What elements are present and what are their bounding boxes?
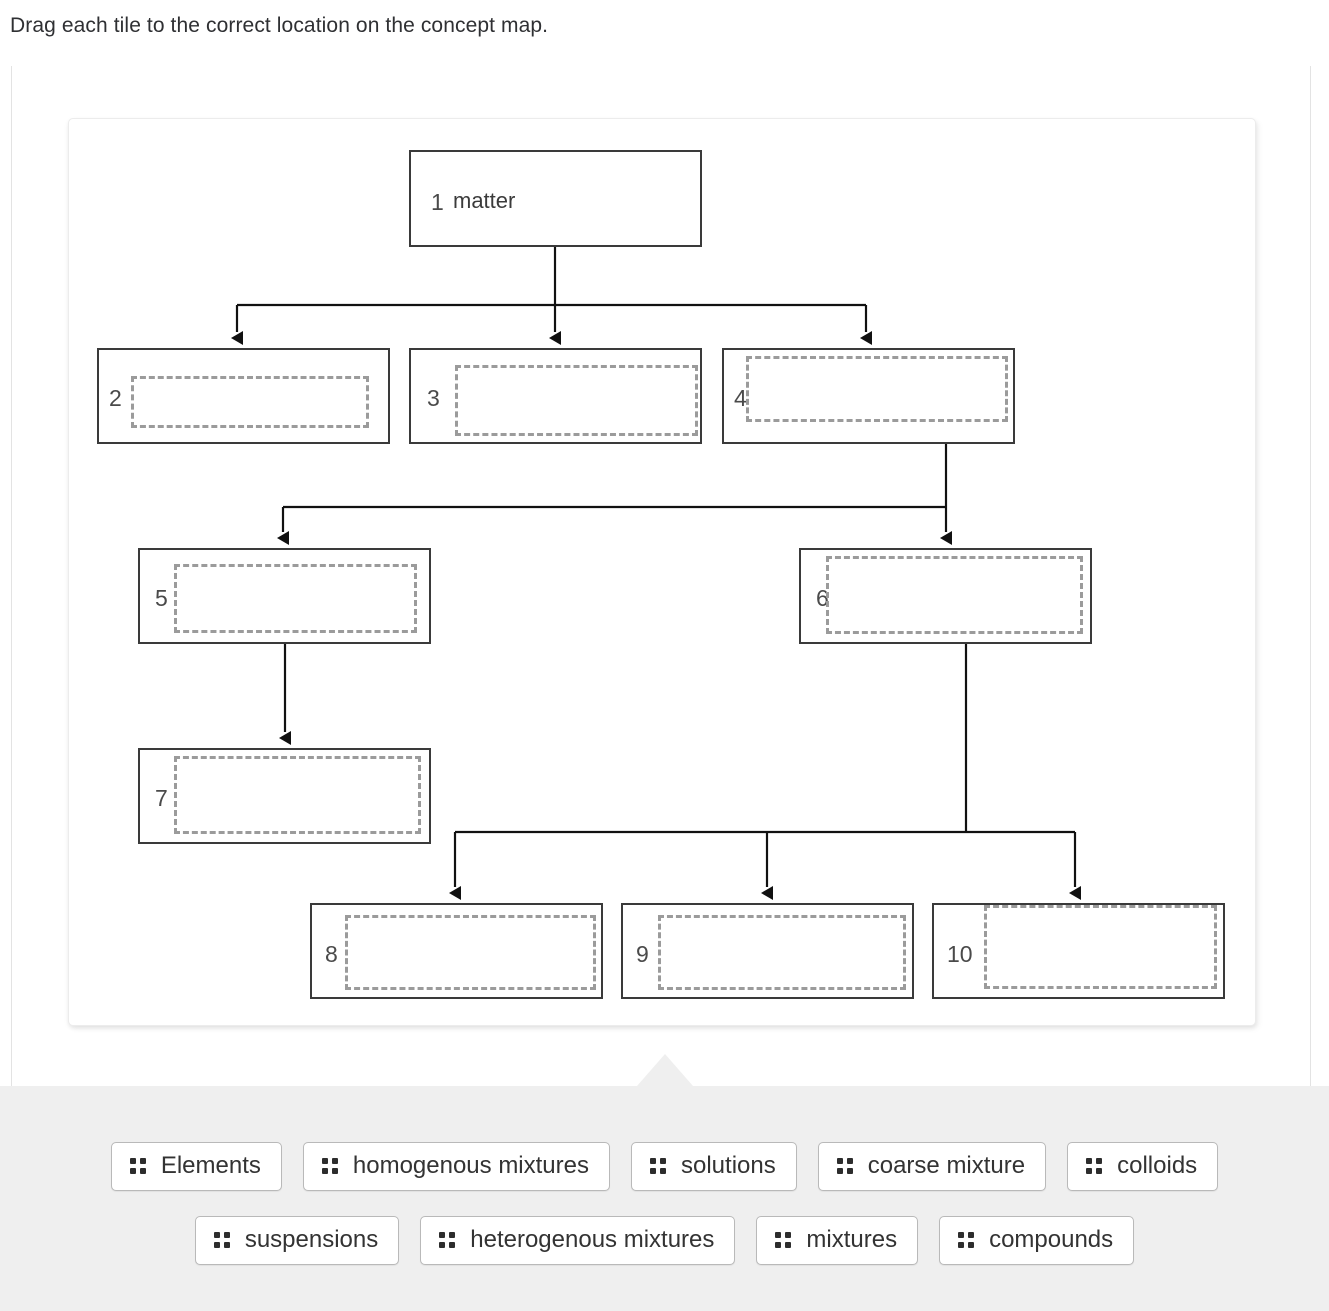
- tile-mixtures[interactable]: mixtures: [756, 1216, 919, 1265]
- tile-tray: [0, 1086, 1329, 1311]
- drop-target-9[interactable]: [658, 915, 906, 990]
- node-number-1: 1: [431, 189, 444, 215]
- drag-handle-icon[interactable]: [213, 1232, 230, 1248]
- drag-handle-icon[interactable]: [129, 1158, 146, 1174]
- tile-row-2: suspensions heterogenous mixtures mixtur…: [0, 1216, 1329, 1265]
- drag-handle-icon[interactable]: [775, 1232, 792, 1248]
- node-number-10: 10: [947, 941, 973, 967]
- tile-label: solutions: [681, 1152, 776, 1179]
- concept-node-1[interactable]: 1 matter: [409, 150, 702, 247]
- tile-label: mixtures: [806, 1226, 898, 1253]
- page-left-rule: [11, 66, 12, 1086]
- drag-handle-icon[interactable]: [958, 1232, 975, 1248]
- tile-label: compounds: [989, 1226, 1114, 1253]
- drag-handle-icon[interactable]: [836, 1158, 853, 1174]
- drag-handle-icon[interactable]: [650, 1158, 666, 1174]
- tile-label: suspensions: [244, 1226, 379, 1253]
- drop-target-10[interactable]: [984, 905, 1217, 989]
- drop-target-5[interactable]: [174, 564, 417, 633]
- page-right-rule: [1310, 66, 1311, 1086]
- drop-target-6[interactable]: [826, 556, 1083, 634]
- tile-coarse-mixture[interactable]: coarse mixture: [817, 1142, 1047, 1191]
- node-number-7: 7: [155, 785, 168, 811]
- tile-suspensions[interactable]: suspensions: [194, 1216, 400, 1265]
- concept-node-4[interactable]: 4: [722, 348, 1015, 444]
- drop-target-7[interactable]: [174, 756, 421, 834]
- node-number-4: 4: [734, 385, 747, 411]
- tile-compounds[interactable]: compounds: [939, 1216, 1135, 1265]
- tile-row-1: Elements homogenous mixtures solutions c…: [0, 1142, 1329, 1191]
- drag-handle-icon[interactable]: [1086, 1158, 1103, 1174]
- drag-handle-icon[interactable]: [439, 1232, 456, 1248]
- concept-node-8[interactable]: 8: [310, 903, 603, 999]
- tile-label: homogenous mixtures: [352, 1152, 589, 1179]
- concept-node-5[interactable]: 5: [138, 548, 431, 644]
- tile-colloids[interactable]: colloids: [1067, 1142, 1219, 1191]
- node-number-3: 3: [427, 385, 440, 411]
- concept-node-7[interactable]: 7: [138, 748, 431, 844]
- drag-handle-icon[interactable]: [321, 1158, 338, 1174]
- tile-label: Elements: [160, 1152, 261, 1179]
- concept-node-6[interactable]: 6: [799, 548, 1092, 644]
- tile-label: colloids: [1117, 1152, 1198, 1179]
- concept-node-3[interactable]: 3: [409, 348, 702, 444]
- tile-label: heterogenous mixtures: [470, 1226, 715, 1253]
- concept-node-10[interactable]: 10: [932, 903, 1225, 999]
- instruction-text: Drag each tile to the correct location o…: [10, 14, 549, 37]
- node-number-2: 2: [109, 385, 122, 411]
- node-number-8: 8: [325, 941, 338, 967]
- drop-target-8[interactable]: [345, 915, 596, 990]
- node-number-5: 5: [155, 585, 168, 611]
- tile-label: coarse mixture: [867, 1152, 1026, 1179]
- tray-notch-arrow: [637, 1054, 693, 1086]
- node-number-9: 9: [636, 941, 649, 967]
- question-page: Drag each tile to the correct location o…: [0, 0, 1329, 1311]
- drop-target-3[interactable]: [455, 365, 698, 436]
- tile-homogenous-mixtures[interactable]: homogenous mixtures: [302, 1142, 610, 1191]
- concept-node-9[interactable]: 9: [621, 903, 914, 999]
- tile-heterogenous-mixtures[interactable]: heterogenous mixtures: [420, 1216, 736, 1265]
- drop-target-2[interactable]: [131, 376, 369, 428]
- tile-solutions[interactable]: solutions: [631, 1142, 797, 1191]
- concept-node-2[interactable]: 2: [97, 348, 390, 444]
- node-answer-1: matter: [453, 188, 516, 213]
- drop-target-4[interactable]: [746, 356, 1008, 422]
- tile-elements[interactable]: Elements: [110, 1142, 282, 1191]
